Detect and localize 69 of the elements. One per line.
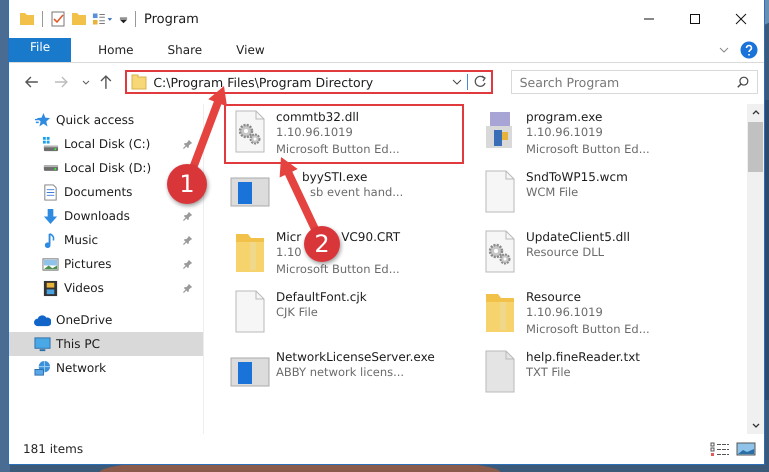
ribbon-tab[interactable]: View	[219, 38, 282, 62]
file-name[interactable]: VC90.CRT	[341, 230, 400, 244]
sidebar-item[interactable]: Downloads	[9, 204, 195, 228]
monitor-icon	[34, 336, 51, 352]
file-name[interactable]: UpdateClient5.dll	[526, 230, 630, 244]
sidebar-item[interactable]: Local Disk (D:)	[9, 156, 156, 180]
item-count: 181 items	[23, 442, 84, 456]
file-name[interactable]: SndToWP15.wcm	[526, 170, 628, 184]
file-detail: Microsoft Button Ed...	[526, 141, 650, 158]
file-detail: 1.10.96.1019	[526, 124, 603, 141]
file-detail: Microsoft Button Ed...	[276, 141, 400, 158]
help-icon[interactable]	[740, 41, 758, 59]
file-name[interactable]: Resource	[526, 290, 582, 304]
sidebar-item[interactable]: Documents	[9, 180, 136, 204]
file-detail: Microsoft Button Ed...	[276, 261, 400, 278]
file-detail: Resource DLL	[526, 244, 604, 261]
details-view-icon[interactable]	[710, 441, 730, 457]
refresh-icon[interactable]	[466, 74, 488, 90]
file-detail: Microsoft Button Ed...	[526, 321, 650, 338]
drive-icon	[42, 164, 59, 172]
sidebar-item[interactable]: This PC	[9, 332, 203, 356]
drive-icon	[42, 136, 59, 152]
pin-icon[interactable]	[183, 259, 193, 269]
file-detail: ABBY network licens...	[276, 364, 404, 381]
sidebar-item[interactable]: OneDrive	[9, 308, 116, 332]
pin-icon[interactable]	[183, 283, 193, 293]
window-title: Program	[144, 12, 199, 26]
down-arrow-icon	[42, 208, 59, 224]
large-icons-view-icon[interactable]	[736, 441, 756, 457]
file-name[interactable]: help.fineReader.txt	[526, 350, 640, 364]
file-detail: 1.10.96.1019	[526, 304, 603, 321]
sidebar-item[interactable]: Quick access	[9, 108, 138, 132]
pin-icon[interactable]	[183, 211, 193, 221]
file-detail: 1.10	[276, 244, 302, 261]
picture-icon	[42, 256, 59, 272]
film-icon	[42, 280, 59, 296]
file-name[interactable]: DefaultFont.cjk	[276, 290, 367, 304]
star-icon	[34, 112, 51, 128]
file-detail: WCM File	[526, 184, 578, 201]
properties-icon[interactable]	[50, 11, 66, 27]
file-name[interactable]: Micr	[276, 230, 302, 244]
layout-dropdown-icon[interactable]	[92, 11, 114, 27]
file-name[interactable]: commtb32.dll	[276, 110, 360, 124]
file-detail: CJK File	[276, 304, 318, 321]
file-name[interactable]: byySTI.exe	[302, 170, 368, 184]
search-field[interactable]: Search Program	[510, 70, 758, 94]
file-menu-button[interactable]: File	[9, 38, 72, 62]
network-icon	[34, 360, 51, 376]
file-name[interactable]: program.exe	[526, 110, 602, 124]
sidebar-item[interactable]: Network	[9, 356, 110, 380]
address-bar[interactable]: C:\Program Files\Program Directory	[125, 70, 493, 94]
sidebar-item[interactable]: Pictures	[9, 252, 195, 276]
sidebar-item[interactable]: Local Disk (C:)	[9, 132, 195, 156]
sidebar-item[interactable]: Music	[9, 228, 195, 252]
folder-icon	[131, 74, 148, 90]
file-detail: 1.10.96.1019	[276, 124, 353, 141]
file-detail: sb event hand...	[309, 184, 404, 201]
search-icon[interactable]	[736, 75, 750, 89]
sidebar-item[interactable]: Videos	[9, 276, 195, 300]
file-name[interactable]: NetworkLicenseServer.exe	[276, 350, 435, 364]
address-path: C:\Program Files\Program Directory	[153, 74, 374, 90]
pin-icon[interactable]	[183, 235, 193, 245]
scrollbar[interactable]	[747, 104, 764, 434]
document-icon	[42, 184, 59, 200]
pin-icon[interactable]	[183, 139, 193, 149]
scrollbar-thumb[interactable]	[748, 122, 763, 172]
file-detail: TXT File	[526, 364, 571, 381]
ribbon-tab[interactable]: Home	[81, 38, 151, 62]
ribbon-tab[interactable]: Share	[150, 38, 220, 62]
